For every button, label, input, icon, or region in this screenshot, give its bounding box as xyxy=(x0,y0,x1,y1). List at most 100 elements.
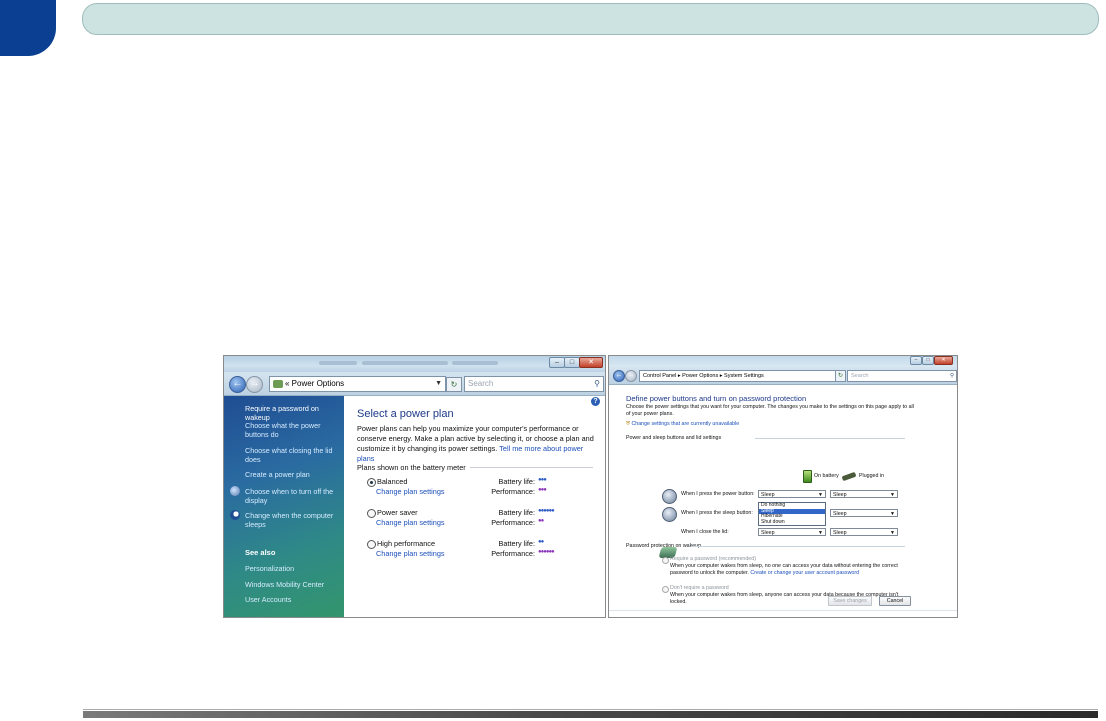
sidebar-item-turn-off-display[interactable]: Choose when to turn off the display xyxy=(245,487,342,505)
maximize-button[interactable]: □ xyxy=(564,357,580,368)
sleep-button-label: When I press the sleep button: xyxy=(681,510,753,516)
navigation-bar: ← → Control Panel ▸ Power Options ▸ Syst… xyxy=(609,367,957,385)
forward-arrow-icon: → xyxy=(249,378,260,389)
create-password-link[interactable]: Create or change your user account passw… xyxy=(750,570,859,576)
require-password-label: Require a password (recommended) xyxy=(670,556,756,562)
battery-life-meter: ●●● xyxy=(538,477,547,483)
battery-life-label: Battery life: xyxy=(498,508,536,517)
on-battery-header: On battery xyxy=(814,473,839,479)
page-title: Define power buttons and turn on passwor… xyxy=(626,394,807,403)
main-content: ? Select a power plan Power plans can he… xyxy=(345,396,605,617)
cancel-button[interactable]: Cancel xyxy=(879,596,911,606)
sleep-button-icon xyxy=(662,507,677,522)
close-lid-plugged-select[interactable]: Sleep ▼ xyxy=(830,528,898,536)
see-also-personalization[interactable]: Personalization xyxy=(245,564,342,573)
forward-button[interactable]: → xyxy=(246,376,263,393)
power-button-battery-select[interactable]: Sleep ▼ xyxy=(758,490,826,498)
power-options-window: – □ ✕ ← → « Power Options ▼ ↻ Search ⚲ R… xyxy=(223,355,606,618)
unavailable-settings-link[interactable]: ⛨ Change settings that are currently una… xyxy=(626,421,739,428)
performance-label: Performance: xyxy=(491,518,535,527)
plan-power-saver: Power saver Change plan settings Battery… xyxy=(367,508,597,528)
plan-radio[interactable] xyxy=(367,540,376,549)
plan-radio[interactable] xyxy=(367,478,376,487)
battery-life-label: Battery life: xyxy=(498,477,536,486)
plan-name: High performance xyxy=(377,539,435,548)
performance-meter: ●●●●●● xyxy=(538,549,555,555)
system-settings-window: – □ ✕ ← → Control Panel ▸ Power Options … xyxy=(608,355,958,618)
search-icon[interactable]: ⚲ xyxy=(950,371,954,381)
chevron-down-icon: ▼ xyxy=(890,530,895,536)
close-lid-battery-select[interactable]: Sleep ▼ xyxy=(758,528,826,536)
forward-button[interactable]: → xyxy=(625,370,637,382)
require-password-description: When your computer wakes from sleep, no … xyxy=(670,563,905,576)
sidebar-item-closing-lid[interactable]: Choose what closing the lid does xyxy=(245,446,342,464)
divider xyxy=(755,438,905,439)
refresh-button[interactable]: ↻ xyxy=(446,377,462,392)
save-changes-button[interactable]: Save changes xyxy=(828,596,872,606)
battery-icon xyxy=(803,470,812,483)
chevron-down-icon: ▼ xyxy=(890,511,895,517)
divider xyxy=(691,546,905,547)
search-icon[interactable]: ⚲ xyxy=(594,377,600,391)
power-button-icon xyxy=(662,489,677,504)
performance-meter: ●● xyxy=(538,518,544,524)
address-bar[interactable]: « Power Options ▼ xyxy=(269,376,446,392)
address-text: Power Options xyxy=(291,379,345,388)
plans-header: Plans shown on the battery meter xyxy=(357,463,466,472)
title-blur xyxy=(452,361,498,365)
change-plan-settings-link[interactable]: Change plan settings xyxy=(376,518,445,527)
search-input[interactable]: Search ⚲ xyxy=(847,370,957,382)
unavailable-settings-text: Change settings that are currently unava… xyxy=(631,421,740,427)
sidebar-item-computer-sleeps[interactable]: Change when the computer sleeps xyxy=(245,511,342,529)
help-icon[interactable]: ? xyxy=(591,397,600,406)
footer-divider xyxy=(609,610,957,611)
plug-icon xyxy=(841,471,857,482)
address-bar[interactable]: Control Panel ▸ Power Options ▸ System S… xyxy=(639,370,836,382)
maximize-button[interactable]: □ xyxy=(922,356,934,365)
navigation-bar: ← → « Power Options ▼ ↻ Search ⚲ xyxy=(224,372,605,396)
back-button[interactable]: ← xyxy=(613,370,625,382)
battery-life-meter: ●● xyxy=(538,539,544,545)
sidebar: Require a password on wakeup Choose what… xyxy=(224,396,344,617)
close-button[interactable]: ✕ xyxy=(934,356,953,365)
plan-balanced: Balanced Change plan settings Battery li… xyxy=(367,477,597,497)
plan-radio[interactable] xyxy=(367,509,376,518)
search-placeholder: Search xyxy=(468,379,494,388)
see-also-user-accounts[interactable]: User Accounts xyxy=(245,595,342,604)
minimize-button[interactable]: – xyxy=(549,357,565,368)
select-value: Sleep xyxy=(761,530,775,536)
main-content: Define power buttons and turn on passwor… xyxy=(609,385,957,617)
back-button[interactable]: ← xyxy=(229,376,246,393)
back-arrow-icon: ← xyxy=(615,372,623,379)
power-button-plugged-select[interactable]: Sleep ▼ xyxy=(830,490,898,498)
select-value: Sleep xyxy=(833,492,847,498)
divider xyxy=(470,467,593,468)
sleep-button-plugged-select[interactable]: Sleep ▼ xyxy=(830,509,898,517)
dropdown-option[interactable]: Shut down xyxy=(759,519,825,526)
footer-rule xyxy=(83,709,1098,718)
title-blur xyxy=(319,361,357,365)
address-text: Control Panel ▸ Power Options ▸ System S… xyxy=(643,373,764,379)
address-chevron-icon: « xyxy=(285,379,292,388)
performance-label: Performance: xyxy=(491,487,535,496)
sidebar-item-power-buttons[interactable]: Choose what the power buttons do xyxy=(245,421,342,439)
chevron-down-icon[interactable]: ▼ xyxy=(435,377,442,391)
sidebar-item-create-plan[interactable]: Create a power plan xyxy=(245,470,342,479)
chapter-tab xyxy=(0,0,56,56)
chevron-down-icon: ▼ xyxy=(818,530,823,536)
change-plan-settings-link[interactable]: Change plan settings xyxy=(376,487,445,496)
change-plan-settings-link[interactable]: Change plan settings xyxy=(376,549,445,558)
search-input[interactable]: Search ⚲ xyxy=(464,376,604,392)
forward-arrow-icon: → xyxy=(627,372,635,379)
close-button[interactable]: ✕ xyxy=(579,357,603,368)
back-arrow-icon: ← xyxy=(232,378,243,389)
sidebar-item-require-password[interactable]: Require a password on wakeup xyxy=(245,404,342,422)
see-also-mobility-center[interactable]: Windows Mobility Center xyxy=(245,580,342,589)
page-description: Power plans can help you maximize your c… xyxy=(357,424,600,464)
require-password-radio[interactable] xyxy=(662,557,669,564)
refresh-button[interactable]: ↻ xyxy=(835,370,846,382)
dont-require-password-radio[interactable] xyxy=(662,586,669,593)
minimize-button[interactable]: – xyxy=(910,356,922,365)
header-bar xyxy=(82,3,1099,35)
close-lid-label: When I close the lid: xyxy=(681,529,729,535)
